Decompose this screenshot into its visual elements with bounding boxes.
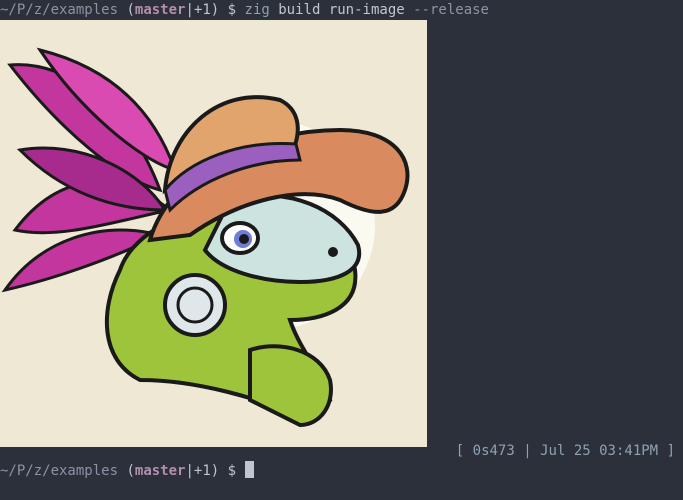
git-branch: master: [134, 2, 186, 18]
rendered-image: [0, 20, 427, 447]
command-status: [ 0s473 | Jul 25 03:41PM ]: [455, 443, 675, 459]
iguana-hand: [248, 344, 333, 428]
command-line: ~/P/z/examples (master|+1) $ zig build r…: [0, 2, 489, 18]
command-option: --release: [413, 2, 489, 18]
git-branch: master: [134, 463, 186, 479]
git-status: |+1: [185, 2, 211, 18]
command-name: zig: [244, 2, 270, 18]
text-cursor[interactable]: [244, 461, 254, 478]
prompt-symbol: $: [227, 2, 237, 18]
input-prompt[interactable]: ~/P/z/examples (master|+1) $: [0, 461, 254, 481]
command-timestamp: Jul 25 03:41PM: [540, 443, 659, 459]
command-args: build run-image: [278, 2, 405, 18]
prompt-path: ~/P/z/examples: [0, 463, 119, 479]
command-duration: 0s473: [472, 443, 515, 459]
cheek-scale: [163, 273, 227, 337]
prompt-symbol: $: [227, 463, 237, 479]
iguana-image: [1, 47, 410, 428]
prompt-path: ~/P/z/examples: [0, 2, 119, 18]
git-status: |+1: [185, 463, 211, 479]
